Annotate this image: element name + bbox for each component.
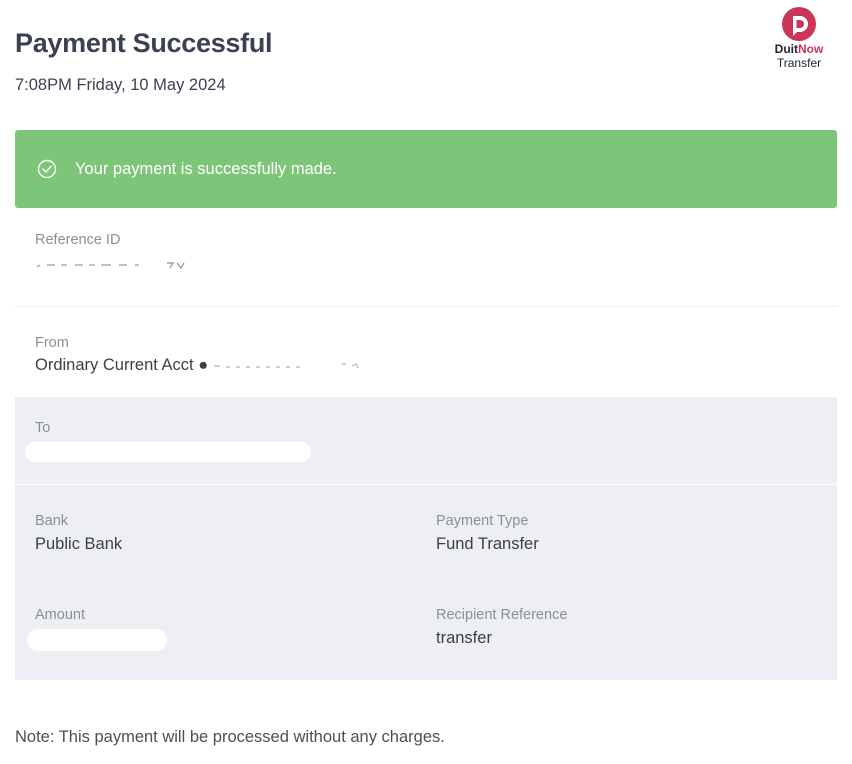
from-section: From Ordinary Current Acct ●: [15, 307, 837, 396]
from-account-name: Ordinary Current Acct ●: [35, 356, 209, 374]
charges-note: Note: This payment will be processed wit…: [15, 728, 445, 746]
to-section: To: [15, 397, 837, 485]
bank-value: Public Bank: [35, 535, 123, 553]
from-account: Ordinary Current Acct ●: [35, 356, 382, 375]
recipient-reference-field: Recipient Reference transfer: [436, 607, 567, 648]
amount-label: Amount: [35, 607, 85, 623]
payment-type-value: Fund Transfer: [436, 535, 539, 553]
reference-id-redacted-value: [36, 262, 185, 270]
recipient-reference-value: transfer: [436, 629, 492, 647]
transfer-details-panel: To Bank Public Bank Payment Type Fund Tr…: [15, 397, 837, 680]
payment-type-field: Payment Type Fund Transfer: [436, 513, 539, 554]
to-recipient-redacted: [25, 442, 311, 462]
payment-type-label: Payment Type: [436, 513, 529, 529]
redaction-mark: [25, 442, 311, 462]
brand-name-duit: Duit: [774, 42, 798, 56]
amount-redacted-value: [27, 629, 167, 651]
check-circle-icon: [37, 159, 57, 179]
amount-field: Amount: [27, 607, 167, 651]
from-label: From: [35, 335, 69, 351]
bank-field: Bank Public Bank: [35, 513, 122, 554]
duitnow-brand: DuitNow Transfer: [764, 6, 834, 70]
bank-label: Bank: [35, 513, 69, 529]
from-account-redacted-number: [214, 362, 359, 368]
redaction-mark: [27, 629, 167, 651]
page-title: Payment Successful: [15, 28, 273, 58]
brand-subtitle: Transfer: [776, 56, 822, 70]
transaction-timestamp: 7:08PM Friday, 10 May 2024: [15, 76, 226, 94]
brand-name: DuitNow: [764, 42, 834, 56]
reference-id-label: Reference ID: [35, 232, 121, 248]
brand-name-now: Now: [797, 42, 824, 56]
duitnow-logo-icon: [782, 7, 816, 41]
to-label: To: [35, 420, 51, 436]
success-banner: Your payment is successfully made.: [15, 130, 837, 208]
success-message: Your payment is successfully made.: [75, 159, 337, 178]
recipient-reference-label: Recipient Reference: [436, 607, 568, 623]
reference-section: Reference ID: [15, 208, 837, 307]
